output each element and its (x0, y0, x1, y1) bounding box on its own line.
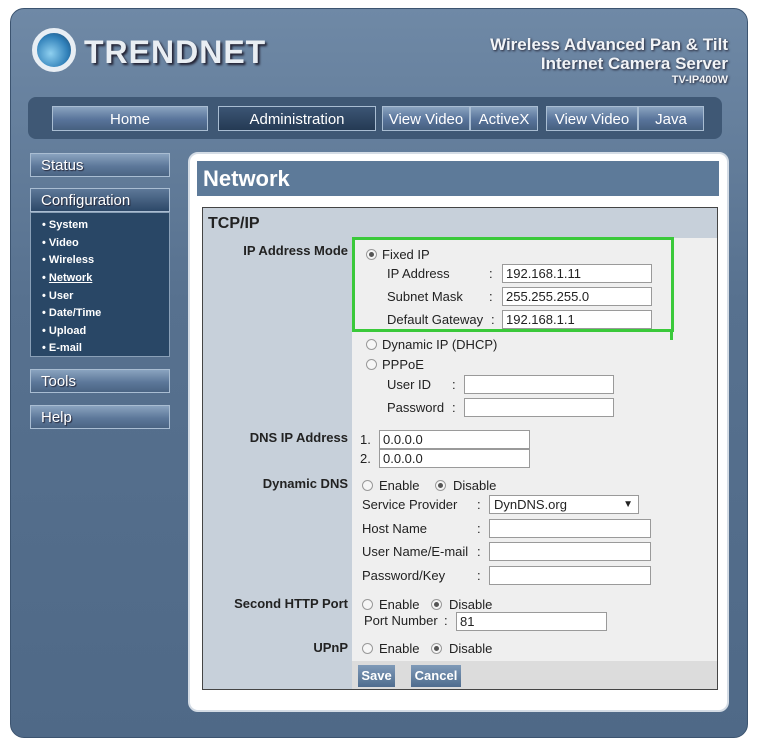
ddns-user-input[interactable] (489, 542, 651, 561)
colon: : (477, 521, 481, 536)
dns-1-number: 1. (360, 432, 371, 447)
ddns-disable-radio[interactable] (435, 480, 446, 491)
host-label: Host Name (362, 521, 428, 536)
upnp-label: UPnP (313, 640, 348, 655)
ddns-user-label: User Name/E-mail (362, 544, 469, 559)
sidebar-item-email[interactable]: • E-mail (42, 342, 82, 354)
nav-home[interactable]: Home (52, 106, 208, 131)
provider-select[interactable]: DynDNS.org ▼ (489, 495, 639, 514)
upnp-disable-radio[interactable] (431, 643, 442, 654)
nav-activex[interactable]: ActiveX (470, 106, 538, 131)
brand-logo: TRENDNET (84, 34, 267, 70)
colon: : (477, 544, 481, 559)
dns-label: DNS IP Address (249, 430, 348, 445)
dns-1-input[interactable]: 0.0.0.0 (379, 430, 530, 449)
pppoe-user-input[interactable] (464, 375, 614, 394)
chevron-down-icon: ▼ (623, 499, 633, 510)
provider-label: Service Provider (362, 497, 458, 512)
label: Video (48, 237, 79, 249)
pppoe-password-input[interactable] (464, 398, 614, 417)
pppoe-password-label: Password (387, 400, 445, 415)
port-input[interactable]: 81 (456, 612, 607, 631)
ddns-enable-label: Enable (379, 478, 420, 493)
nav-java[interactable]: Java (638, 106, 704, 131)
colon: : (477, 568, 481, 583)
sidebar-item-upload[interactable]: • Upload (42, 325, 86, 337)
sidebar-item-user[interactable]: • User (42, 290, 73, 302)
cancel-button[interactable]: Cancel (411, 665, 461, 687)
sidebar-item-video[interactable]: • Video (42, 237, 79, 249)
ip-mode-label: IP Address Mode (243, 243, 348, 258)
label: User (48, 290, 74, 302)
dhcp-label: Dynamic IP (DHCP) (382, 337, 498, 352)
host-input[interactable] (489, 519, 651, 538)
colon: : (452, 400, 456, 415)
provider-value: DynDNS.org (494, 497, 567, 512)
sidebar-configuration[interactable]: Configuration (30, 188, 170, 212)
label: Date/Time (48, 307, 102, 319)
page-title: Network (197, 161, 719, 196)
sidebar-status[interactable]: Status (30, 153, 170, 177)
colon: : (477, 497, 481, 512)
ddns-password-label: Password/Key (362, 568, 446, 583)
product-title-1: Wireless Advanced Pan & Tilt (490, 35, 728, 54)
label: E-mail (48, 342, 82, 354)
ddns-password-input[interactable] (489, 566, 651, 585)
label: System (48, 219, 89, 231)
save-button[interactable]: Save (358, 665, 395, 687)
sidebar-tools[interactable]: Tools (30, 369, 170, 393)
colon: : (452, 377, 456, 392)
ddns-disable-label: Disable (453, 478, 497, 493)
dns-2-number: 2. (360, 451, 371, 466)
button-row (352, 661, 717, 689)
label: Upload (48, 325, 87, 337)
http2-enable-radio[interactable] (362, 599, 373, 610)
product-title-2: Internet Camera Server (540, 54, 728, 73)
sidebar-item-datetime[interactable]: • Date/Time (42, 307, 101, 319)
sidebar-item-network[interactable]: • Network (42, 272, 92, 284)
http2-disable-label: Disable (449, 597, 493, 612)
highlight-box-tail (670, 330, 673, 340)
pppoe-radio[interactable] (366, 359, 377, 370)
sidebar-item-system[interactable]: • System (42, 219, 88, 231)
dhcp-radio[interactable] (366, 339, 377, 350)
trendnet-logo-icon (32, 28, 76, 72)
upnp-disable-label: Disable (449, 641, 493, 656)
model-number: TV-IP400W (671, 74, 728, 86)
label: Wireless (48, 254, 95, 266)
pppoe-user-label: User ID (387, 377, 432, 392)
pppoe-label: PPPoE (382, 357, 424, 372)
port-label: Port Number (364, 613, 438, 628)
nav-view-video-java[interactable]: View Video (546, 106, 638, 131)
dns-2-input[interactable]: 0.0.0.0 (379, 449, 530, 468)
nav-administration[interactable]: Administration (218, 106, 376, 131)
section-title: TCP/IP (208, 215, 260, 232)
http2-disable-radio[interactable] (431, 599, 442, 610)
ddns-enable-radio[interactable] (362, 480, 373, 491)
upnp-enable-label: Enable (379, 641, 420, 656)
http2-enable-label: Enable (379, 597, 420, 612)
http2-label: Second HTTP Port (234, 596, 348, 611)
colon: : (444, 613, 448, 628)
upnp-enable-radio[interactable] (362, 643, 373, 654)
highlight-box (352, 237, 674, 332)
ddns-label: Dynamic DNS (262, 476, 348, 491)
sidebar-help[interactable]: Help (30, 405, 170, 429)
nav-view-video-activex[interactable]: View Video (382, 106, 470, 131)
sidebar-item-wireless[interactable]: • Wireless (42, 254, 94, 266)
label: Network (48, 272, 93, 284)
